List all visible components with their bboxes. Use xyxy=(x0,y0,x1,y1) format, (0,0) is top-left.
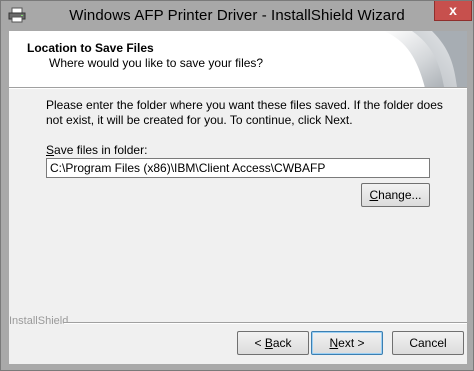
title-bar[interactable]: Windows AFP Printer Driver - InstallShie… xyxy=(1,1,473,31)
next-button-label: ext > xyxy=(338,336,365,350)
installshield-brand: InstallShield xyxy=(9,315,69,327)
header-divider xyxy=(9,87,467,89)
save-folder-input[interactable] xyxy=(46,158,430,178)
page-subtitle: Where would you like to save your files? xyxy=(49,56,264,70)
back-button[interactable]: < Back xyxy=(237,331,309,355)
cancel-button[interactable]: Cancel xyxy=(392,331,464,355)
footer-divider xyxy=(64,322,467,324)
window-title: Windows AFP Printer Driver - InstallShie… xyxy=(69,7,405,24)
wizard-client-area: Location to Save Files Where would you l… xyxy=(9,31,467,364)
save-folder-label-mnemonic: S xyxy=(46,143,55,157)
back-button-label: ack xyxy=(272,336,292,350)
close-button[interactable]: x xyxy=(434,1,472,21)
save-folder-label-text: ave files in folder: xyxy=(54,143,148,157)
next-button[interactable]: Next > xyxy=(311,331,383,355)
back-button-mnemonic: B xyxy=(264,336,273,350)
change-button-label: hange... xyxy=(378,188,422,202)
next-button-mnemonic: N xyxy=(329,336,339,350)
instructions-text: Please enter the folder where you want t… xyxy=(46,98,443,127)
back-button-prefix: < xyxy=(254,336,265,350)
save-folder-label: Save files in folder: xyxy=(46,143,147,157)
wizard-header: Location to Save Files Where would you l… xyxy=(9,31,467,87)
page-curl-graphic xyxy=(381,31,467,87)
page-title: Location to Save Files xyxy=(27,41,154,55)
change-button[interactable]: Change... xyxy=(361,183,430,207)
change-button-mnemonic: C xyxy=(369,188,379,202)
installer-window: Windows AFP Printer Driver - InstallShie… xyxy=(0,0,474,371)
